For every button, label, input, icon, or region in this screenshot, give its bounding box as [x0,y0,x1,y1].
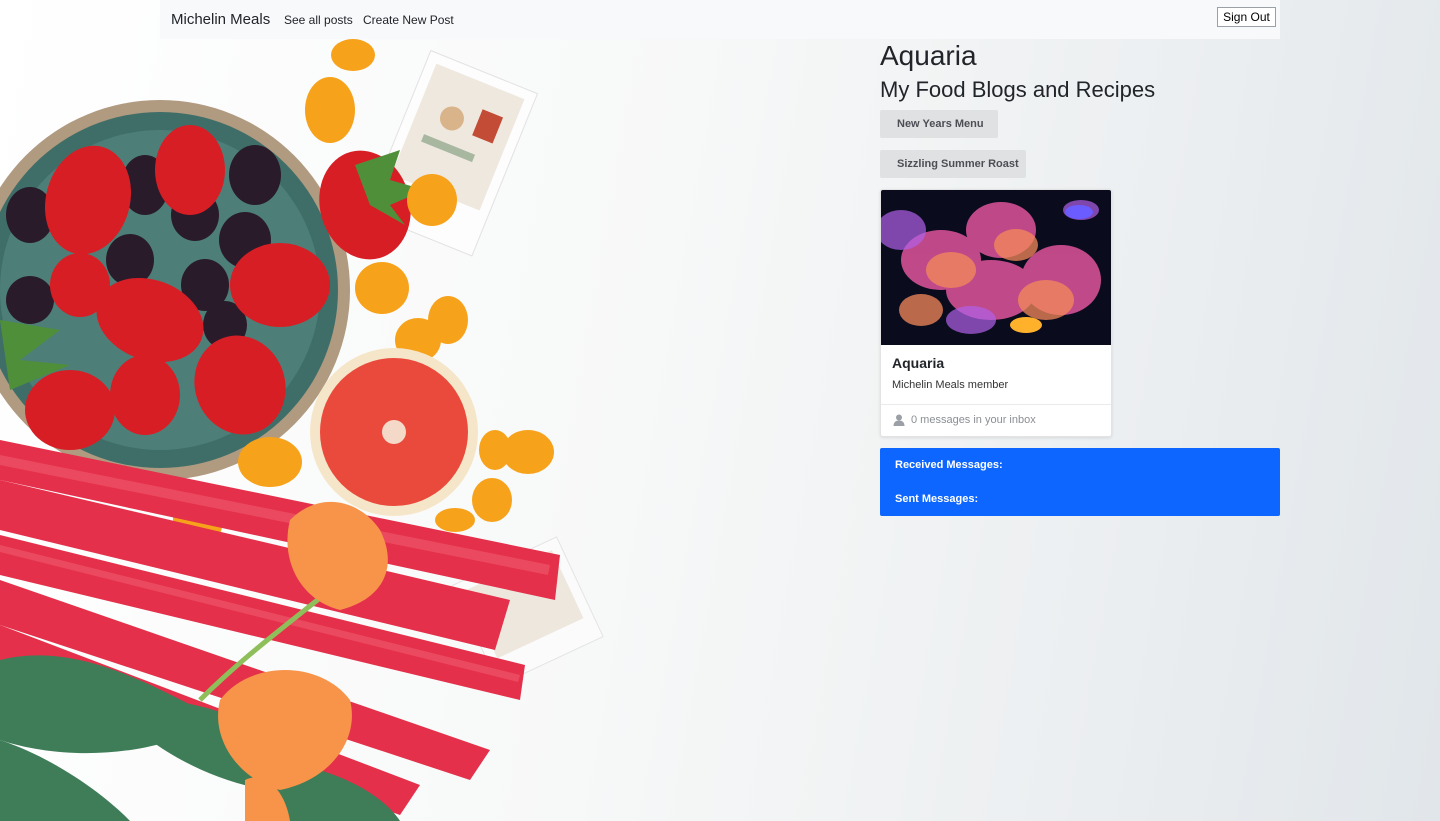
profile-image [881,190,1111,345]
inbox-count: 0 messages in your inbox [893,414,1036,426]
sent-messages-label: Sent Messages: [895,493,979,505]
sign-out-button[interactable]: Sign Out [1217,7,1276,27]
navbar: Michelin Meals See all posts Create New … [160,0,1280,39]
see-all-posts-link[interactable]: See all posts [284,13,353,27]
brand-link[interactable]: Michelin Meals [171,11,270,28]
card-divider [881,404,1111,405]
person-icon [893,414,905,426]
background-food-image [0,39,604,821]
messages-panel: Received Messages: Sent Messages: [880,448,1280,516]
post-button-sizzling-summer-roast[interactable]: Sizzling Summer Roast [880,150,1026,178]
blog-heading: My Food Blogs and Recipes [880,77,1156,102]
inbox-count-text: 0 messages in your inbox [911,414,1036,426]
card-user-name: Aquaria [892,355,945,371]
received-messages-label: Received Messages: [895,459,1003,471]
profile-card: Aquaria Michelin Meals member 0 messages… [880,189,1112,437]
user-name-heading: Aquaria [880,40,977,71]
create-new-post-link[interactable]: Create New Post [363,13,454,27]
post-button-new-years-menu[interactable]: New Years Menu [880,110,998,138]
card-subtitle: Michelin Meals member [892,379,1009,391]
